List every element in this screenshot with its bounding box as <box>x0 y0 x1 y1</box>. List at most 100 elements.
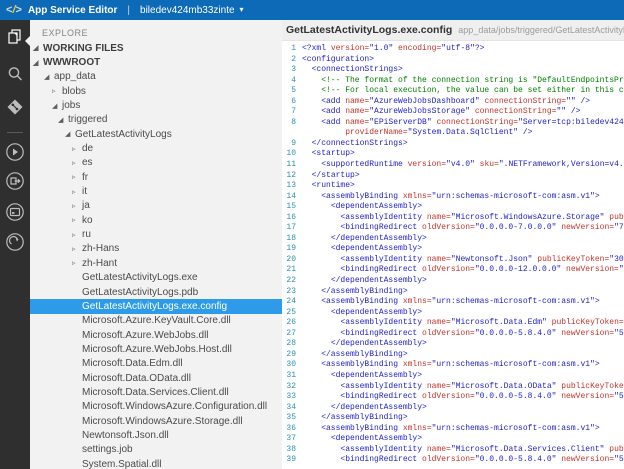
folder-item[interactable]: ▹fr <box>30 170 282 184</box>
expanded-arrow-icon[interactable]: ◢ <box>58 116 68 124</box>
code-line[interactable]: 4 <!-- The format of the connection stri… <box>282 76 624 87</box>
file-item[interactable]: Newtonsoft.Json.dll <box>30 428 282 442</box>
expanded-arrow-icon[interactable]: ◢ <box>44 73 54 81</box>
folder-item[interactable]: ▹blobs <box>30 84 282 98</box>
code-line[interactable]: 28 </dependentAssembly> <box>282 339 624 350</box>
code-line[interactable]: 18 </dependentAssembly> <box>282 234 624 245</box>
code-line[interactable]: 15 <dependentAssembly> <box>282 202 624 213</box>
code-line[interactable]: 14 <assemblyBinding xmlns="urn:schemas-m… <box>282 192 624 203</box>
code-line[interactable]: 2<configuration> <box>282 55 624 66</box>
code-line[interactable]: 19 <dependentAssembly> <box>282 244 624 255</box>
folder-item[interactable]: ◢WORKING FILES <box>30 41 282 55</box>
folder-item[interactable]: ◢WWWROOT <box>30 55 282 69</box>
file-item[interactable]: System.Spatial.dll <box>30 457 282 469</box>
collapsed-arrow-icon[interactable]: ▹ <box>72 231 82 239</box>
expanded-arrow-icon[interactable]: ◢ <box>52 102 62 110</box>
folder-item[interactable]: ▹ja <box>30 199 282 213</box>
code-line[interactable]: 34 </dependentAssembly> <box>282 403 624 414</box>
folder-item[interactable]: ▹it <box>30 184 282 198</box>
file-item[interactable]: Microsoft.WindowsAzure.Storage.dll <box>30 414 282 428</box>
console-tab[interactable] <box>0 202 30 222</box>
file-item[interactable]: GetLatestActivityLogs.exe.config <box>30 299 282 313</box>
collapsed-arrow-icon[interactable]: ▹ <box>72 188 82 196</box>
code-line[interactable]: 33 <bindingRedirect oldVersion="0.0.0.0-… <box>282 392 624 403</box>
folder-item[interactable]: ▹ru <box>30 227 282 241</box>
code-line[interactable]: 10 <startup> <box>282 149 624 160</box>
code-line[interactable]: 36 <assemblyBinding xmlns="urn:schemas-m… <box>282 424 624 435</box>
file-item[interactable]: settings.job <box>30 443 282 457</box>
code-line[interactable]: 31 <dependentAssembly> <box>282 371 624 382</box>
open-external-tab[interactable] <box>0 232 30 252</box>
folder-item[interactable]: ▹es <box>30 156 282 170</box>
folder-item[interactable]: ▹ko <box>30 213 282 227</box>
code-line[interactable]: 17 <bindingRedirect oldVersion="0.0.0.0-… <box>282 223 624 234</box>
folder-item[interactable]: ◢GetLatestActivityLogs <box>30 127 282 141</box>
collapsed-arrow-icon[interactable]: ▹ <box>52 87 62 95</box>
folder-item[interactable]: ◢jobs <box>30 98 282 112</box>
collapsed-arrow-icon[interactable]: ▹ <box>72 173 82 181</box>
top-bar: </> App Service Editor | biledev424mb33z… <box>0 0 624 20</box>
file-item[interactable]: GetLatestActivityLogs.pdb <box>30 285 282 299</box>
collapsed-arrow-icon[interactable]: ▹ <box>72 259 82 267</box>
site-name-dropdown[interactable]: biledev424mb33zinte <box>140 5 235 16</box>
expanded-arrow-icon[interactable]: ◢ <box>33 44 43 52</box>
code-line[interactable]: 23 </assemblyBinding> <box>282 287 624 298</box>
code-line[interactable]: 32 <assemblyIdentity name="Microsoft.Dat… <box>282 382 624 393</box>
search-tab[interactable] <box>0 65 30 83</box>
file-item[interactable]: Microsoft.Data.OData.dll <box>30 371 282 385</box>
line-number: 34 <box>282 403 296 414</box>
code-line[interactable]: 3 <connectionStrings> <box>282 65 624 76</box>
tree-item-label: ko <box>82 215 93 226</box>
file-item[interactable]: GetLatestActivityLogs.exe <box>30 271 282 285</box>
file-item[interactable]: Microsoft.Azure.KeyVault.Core.dll <box>30 314 282 328</box>
expanded-arrow-icon[interactable]: ◢ <box>33 59 43 67</box>
folder-item[interactable]: ▹zh-Hans <box>30 242 282 256</box>
code-line[interactable]: 25 <dependentAssembly> <box>282 308 624 319</box>
folder-item[interactable]: ▹de <box>30 141 282 155</box>
chevron-down-icon[interactable]: ▾ <box>240 6 244 14</box>
code-line[interactable]: 11 <supportedRuntime version="v4.0" sku=… <box>282 160 624 171</box>
code-line[interactable]: 20 <assemblyIdentity name="Newtonsoft.Js… <box>282 255 624 266</box>
code-line[interactable]: 9 </connectionStrings> <box>282 139 624 150</box>
code-line[interactable]: 8 <add name="EPiServerDB" connectionStri… <box>282 118 624 129</box>
code-line[interactable]: 35 </assemblyBinding> <box>282 413 624 424</box>
code-line[interactable]: 39 <bindingRedirect oldVersion="0.0.0.0-… <box>282 455 624 466</box>
collapsed-arrow-icon[interactable]: ▹ <box>72 145 82 153</box>
expanded-arrow-icon[interactable]: ◢ <box>65 130 75 138</box>
code-editor[interactable]: 1<?xml version="1.0" encoding="utf-8"?>2… <box>282 42 624 469</box>
code-line[interactable]: 27 <bindingRedirect oldVersion="0.0.0.0-… <box>282 329 624 340</box>
file-item[interactable]: Microsoft.Azure.WebJobs.Host.dll <box>30 342 282 356</box>
code-line[interactable]: 7 <add name="AzureWebJobsStorage" connec… <box>282 107 624 118</box>
code-line[interactable]: 22 </dependentAssembly> <box>282 276 624 287</box>
code-line[interactable]: 21 <bindingRedirect oldVersion="0.0.0.0-… <box>282 265 624 276</box>
file-item[interactable]: Microsoft.Data.Services.Client.dll <box>30 385 282 399</box>
code-line[interactable]: 30 <assemblyBinding xmlns="urn:schemas-m… <box>282 360 624 371</box>
output-tab[interactable] <box>0 171 30 191</box>
git-tab[interactable] <box>0 98 30 116</box>
code-line[interactable]: 38 <assemblyIdentity name="Microsoft.Dat… <box>282 445 624 456</box>
code-line[interactable]: 16 <assemblyIdentity name="Microsoft.Win… <box>282 213 624 224</box>
collapsed-arrow-icon[interactable]: ▹ <box>72 245 82 253</box>
line-number: 3 <box>282 65 296 76</box>
collapsed-arrow-icon[interactable]: ▹ <box>72 202 82 210</box>
code-line[interactable]: 12 </startup> <box>282 171 624 182</box>
collapsed-arrow-icon[interactable]: ▹ <box>72 159 82 167</box>
folder-item[interactable]: ◢triggered <box>30 113 282 127</box>
code-line[interactable]: 5 <!-- For local execution, the value ca… <box>282 86 624 97</box>
code-line[interactable]: 26 <assemblyIdentity name="Microsoft.Dat… <box>282 318 624 329</box>
editor-tab[interactable]: GetLatestActivityLogs.exe.config <box>286 24 452 36</box>
code-line[interactable]: 6 <add name="AzureWebJobsDashboard" conn… <box>282 97 624 108</box>
code-line[interactable]: 1<?xml version="1.0" encoding="utf-8"?> <box>282 44 624 55</box>
folder-item[interactable]: ▹zh-Hant <box>30 256 282 270</box>
code-line[interactable]: 37 <dependentAssembly> <box>282 434 624 445</box>
collapsed-arrow-icon[interactable]: ▹ <box>72 216 82 224</box>
code-line[interactable]: 24 <assemblyBinding xmlns="urn:schemas-m… <box>282 297 624 308</box>
run-tab[interactable] <box>0 142 30 162</box>
code-line[interactable]: 13 <runtime> <box>282 181 624 192</box>
file-item[interactable]: Microsoft.Data.Edm.dll <box>30 357 282 371</box>
file-item[interactable]: Microsoft.Azure.WebJobs.dll <box>30 328 282 342</box>
folder-item[interactable]: ◢app_data <box>30 70 282 84</box>
file-item[interactable]: Microsoft.WindowsAzure.Configuration.dll <box>30 400 282 414</box>
code-line[interactable]: 29 </assemblyBinding> <box>282 350 624 361</box>
code-line[interactable]: providerName="System.Data.SqlClient" /> <box>282 128 624 139</box>
